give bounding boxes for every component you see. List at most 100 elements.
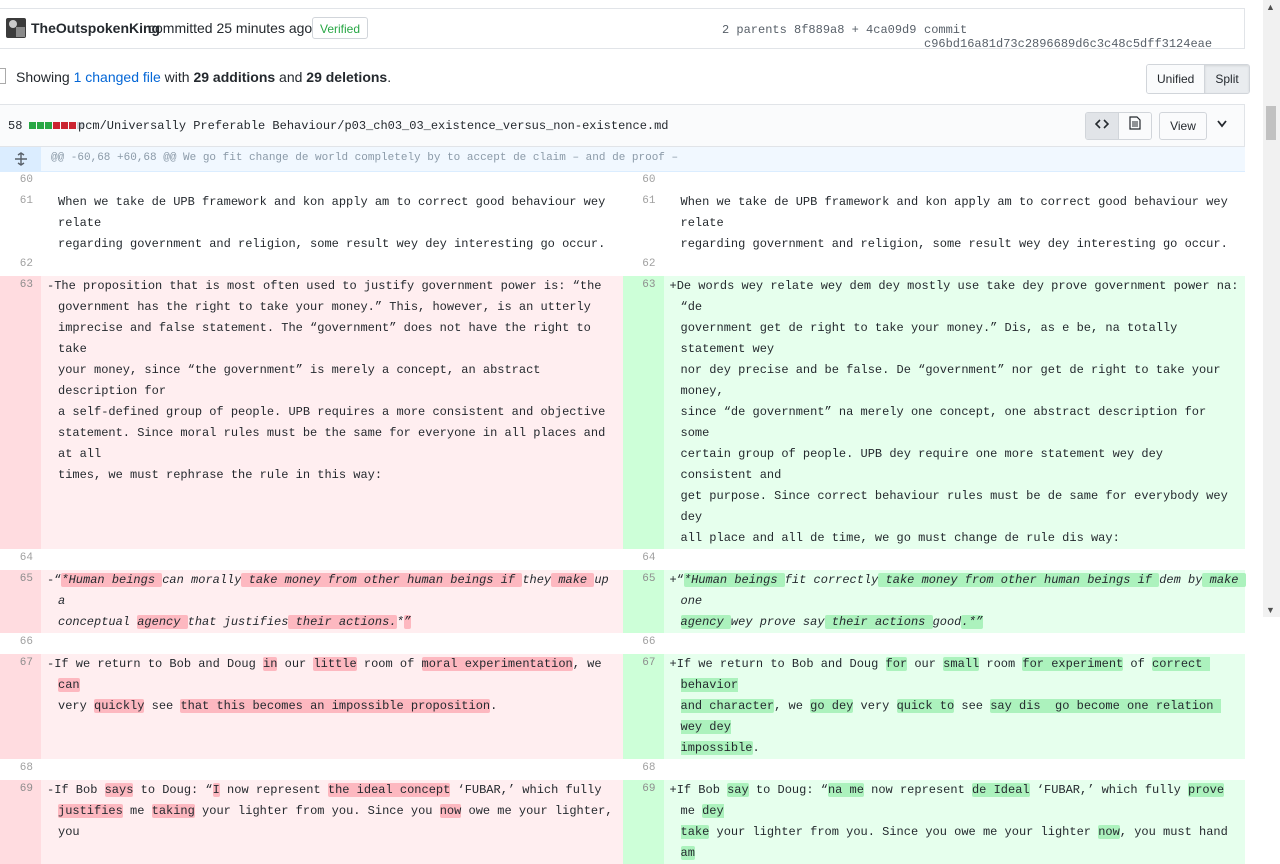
deleted-line: -“*Human beings can morally take money f… (41, 570, 623, 633)
diff-text: can morally (162, 573, 242, 587)
changed-word: make (551, 573, 595, 587)
file-path[interactable]: pcm/Universally Preferable Behaviour/p03… (78, 119, 669, 133)
diff-text: very (58, 699, 87, 713)
diffstat-square (45, 122, 52, 129)
parents-label: 2 parents (722, 23, 787, 37)
line-number[interactable]: 60 (0, 171, 41, 192)
changed-word: *Human beings (683, 573, 785, 587)
line-number[interactable]: 67 (622, 654, 664, 759)
diff-row: 69 -If Bob says to Doug: “I now represent… (0, 780, 1245, 864)
additions-count: 29 additions (193, 69, 276, 85)
commit-time: committed 25 minutes ago (148, 20, 313, 36)
line-number[interactable]: 61 (0, 192, 41, 255)
file-change-count: 58 (8, 119, 23, 133)
scrollbar-thumb[interactable] (1266, 106, 1276, 140)
rich-diff-icon[interactable] (1119, 113, 1151, 139)
deleted-line: -The proposition that is most often used… (41, 276, 623, 549)
diff-text: , we (572, 657, 609, 671)
line-number[interactable]: 64 (0, 549, 41, 570)
scroll-down-icon[interactable]: ▼ (1266, 605, 1275, 615)
toc-toggle-icon[interactable] (0, 68, 6, 84)
changed-word: agency (137, 615, 188, 629)
changed-word: justifies (58, 804, 123, 818)
changed-word: taking (151, 804, 195, 818)
diffstat-square (61, 122, 68, 129)
line-number[interactable]: 66 (623, 633, 664, 654)
expand-icon[interactable] (0, 147, 41, 171)
changed-word: make (1202, 573, 1246, 587)
diff-text: your lighter from you. Since you owe me … (709, 825, 1099, 839)
diffstat-square (69, 122, 76, 129)
line-number[interactable]: 63 (622, 276, 664, 549)
commit-author[interactable]: TheOutspokenKing (31, 20, 160, 36)
view-file-button[interactable]: View (1159, 112, 1207, 140)
added-text: +If Bob say to Doug: “na me now represen… (670, 783, 1236, 860)
line-number[interactable]: 67 (0, 654, 41, 759)
diff-text: wey prove say (730, 615, 825, 629)
changed-word: agency (680, 615, 731, 629)
deleted-line: -If we return to Bob and Doug in our lit… (41, 654, 623, 759)
deleted-text: -If Bob says to Doug: “I now represent t… (47, 783, 620, 839)
parent-sha-1[interactable]: 8f889a8 (794, 23, 844, 37)
diff-text: to Doug: “ (748, 783, 828, 797)
line-number[interactable]: 63 (0, 276, 41, 549)
commit-sha-info: commit c96bd16a81d73c2896689d6c3c48c5dff… (924, 23, 1244, 51)
diffstat-square (37, 122, 44, 129)
line-number[interactable]: 61 (623, 192, 664, 255)
chevron-down-icon[interactable] (1217, 117, 1227, 131)
scrollbar[interactable] (1263, 0, 1280, 617)
changed-word: for (885, 657, 908, 671)
diff-text: -If Bob (47, 783, 105, 797)
avatar[interactable] (6, 18, 26, 38)
line-number[interactable]: 69 (622, 780, 664, 864)
diff-text: that justifies (187, 615, 289, 629)
line-number[interactable]: 62 (0, 255, 41, 276)
added-text: +If we return to Bob and Doug for our sm… (670, 657, 1221, 755)
scroll-up-icon[interactable]: ▲ (1266, 2, 1275, 12)
code-line: When we take de UPB framework and kon ap… (58, 195, 606, 251)
diff-text: your lighter from you. Since you (194, 804, 440, 818)
changed-word: their actions (824, 615, 933, 629)
diff-text: our (277, 657, 314, 671)
diff-text: good (932, 615, 962, 629)
diff-text: our (907, 657, 944, 671)
line-number[interactable]: 60 (623, 171, 664, 192)
commit-bar: TheOutspokenKing committed 25 minutes ag… (0, 8, 1245, 51)
deletions-count: 29 deletions (306, 69, 388, 85)
changed-word: the ideal concept (327, 783, 451, 797)
split-button[interactable]: Split (1204, 65, 1249, 93)
changed-word: moral experimentation (421, 657, 573, 671)
code-view-icon[interactable] (1086, 113, 1119, 139)
display-toggle (1085, 112, 1152, 140)
changed-word: that this becomes an impossible proposit… (180, 699, 491, 713)
commit-sha[interactable]: c96bd16a81d73c2896689d6c3c48c5dff3124eae (924, 37, 1212, 51)
diff-text: . (752, 741, 760, 755)
changed-files-link[interactable]: 1 changed file (74, 69, 161, 85)
diff-text: ‘FUBAR,’ which fully (1029, 783, 1189, 797)
commit-label: commit (924, 23, 968, 37)
line-number[interactable]: 65 (622, 570, 664, 633)
line-number[interactable]: 62 (623, 255, 664, 276)
line-number[interactable]: 68 (0, 759, 41, 780)
file-header: 58 pcm/Universally Preferable Behaviour/… (0, 104, 1245, 147)
line-number[interactable]: 69 (0, 780, 41, 864)
line-number[interactable]: 65 (0, 570, 41, 633)
line-number[interactable]: 68 (623, 759, 664, 780)
changed-word: *Human beings (61, 573, 163, 587)
verified-badge[interactable]: Verified (312, 17, 369, 39)
unified-button[interactable]: Unified (1147, 65, 1205, 93)
diff-text: one (680, 594, 703, 608)
changed-word: now (439, 804, 462, 818)
parent-sha-2[interactable]: 4ca09d9 (866, 23, 916, 37)
line-number[interactable]: 64 (623, 549, 664, 570)
summary-with: with (164, 69, 190, 85)
diff-text: now represent (863, 783, 972, 797)
changed-word: can (58, 678, 80, 692)
line-number[interactable]: 66 (0, 633, 41, 654)
changed-word: na me (827, 783, 864, 797)
